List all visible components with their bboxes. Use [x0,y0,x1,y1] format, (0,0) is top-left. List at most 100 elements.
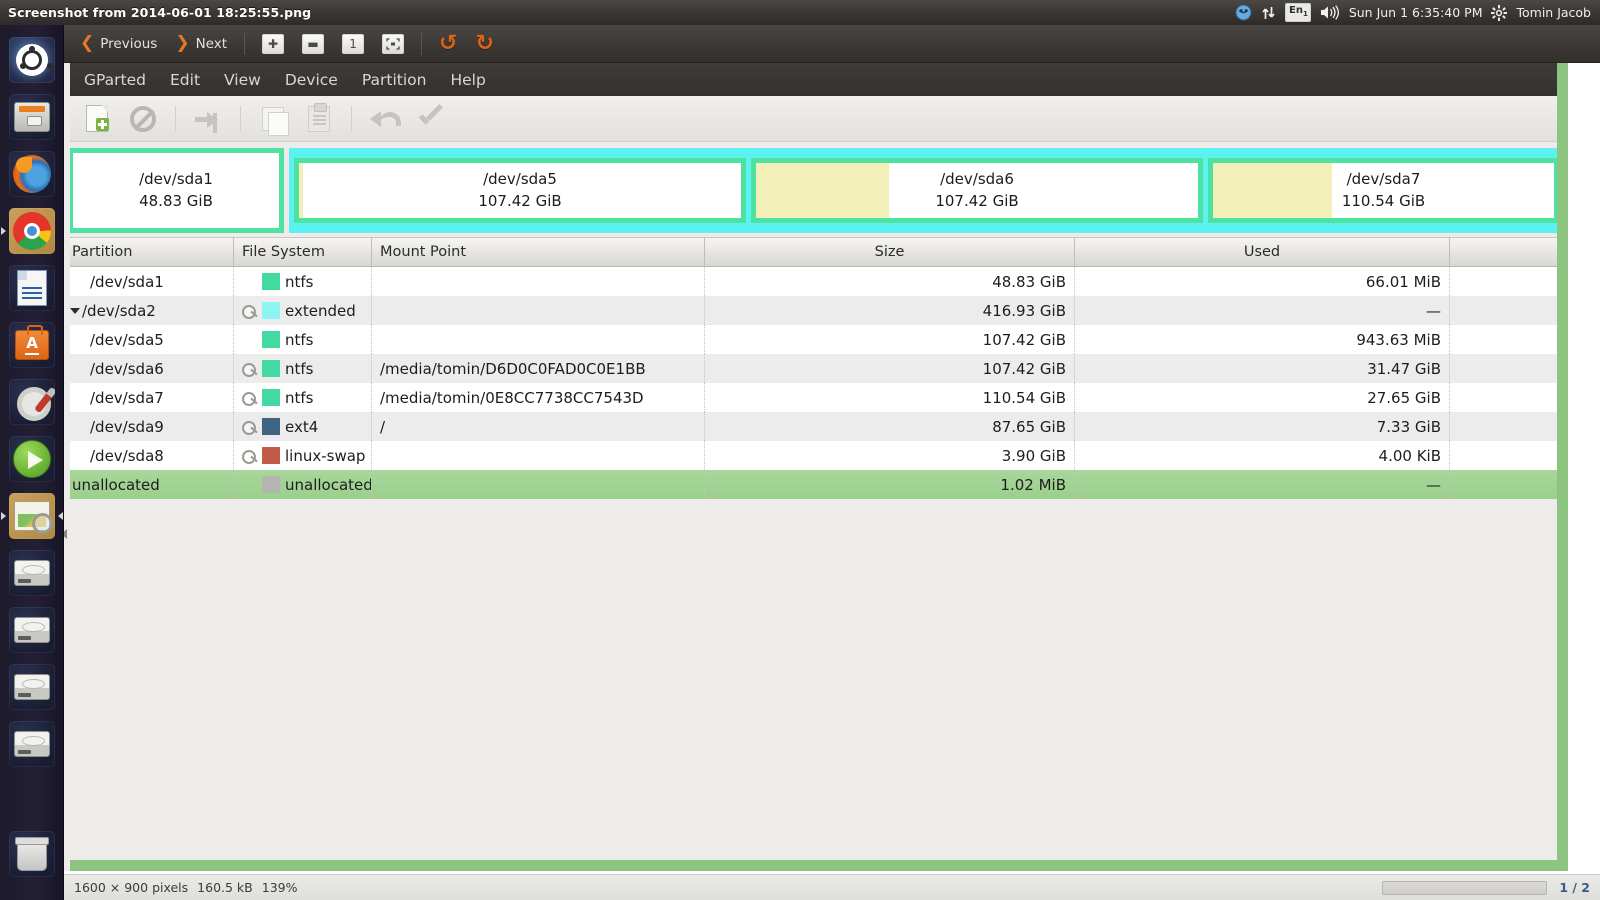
rotate-right-button[interactable]: ↻ [467,30,501,58]
table-row[interactable]: /dev/sda8 linux-swap 3.90 GiB 4.00 KiB [64,441,1568,470]
apply-icon [417,108,443,130]
launcher-item-ubuntu-dash[interactable] [0,31,64,88]
launcher-item-files[interactable] [0,88,64,145]
launcher-reveal-handle[interactable] [64,529,67,539]
zoom-in-button[interactable]: ✚ [254,31,292,57]
menu-gparted[interactable]: GParted [72,67,158,93]
column-header-mountpoint[interactable]: Mount Point [372,238,705,266]
hard-disk-icon [14,673,50,700]
image-viewer-window: ❮ Previous ❯ Next ✚ ▬ 1 ↺ ↻ GParted Edit… [64,25,1600,900]
column-header-filesystem[interactable]: File System [234,238,372,266]
clock[interactable]: Sun Jun 1 6:35:40 PM [1349,5,1483,20]
cell-blank [1450,296,1568,325]
menu-edit[interactable]: Edit [158,67,212,93]
cell-used: — [1075,296,1450,325]
gparted-menubar: GParted Edit View Device Partition Help [64,63,1568,96]
launcher-running-arrow [1,226,6,235]
column-header-size[interactable]: Size [705,238,1075,266]
menu-help[interactable]: Help [438,67,497,93]
undo-button[interactable] [363,102,405,136]
partition-table-body: /dev/sda1 ntfs 48.83 GiB 66.01 MiB/dev/sda2… [64,267,1568,499]
launcher-item-disk-2[interactable] [0,601,64,658]
firefox-icon [13,154,51,193]
previous-button[interactable]: ❮ Previous [72,32,165,55]
paste-button[interactable] [298,102,340,136]
launcher-item-disk-4[interactable] [0,715,64,772]
launcher-item-system-settings[interactable] [0,373,64,430]
partition-name: /dev/sda9 [90,417,164,436]
keyboard-layout-indicator[interactable]: En1 [1284,3,1311,22]
column-header-partition[interactable]: Partition [64,238,234,266]
gear-icon[interactable] [1491,4,1508,21]
key-icon [242,449,259,464]
ubuntu-logo-icon [16,43,48,76]
partition-used-fill [756,163,889,218]
chevron-right-icon: ❯ [175,33,190,53]
cell-partition: /dev/sda9 [64,412,234,441]
network-updown-icon[interactable] [1261,5,1276,21]
zoom-out-button[interactable]: ▬ [294,31,332,57]
zoom-out-icon: ▬ [302,33,325,54]
menu-device[interactable]: Device [273,67,350,93]
column-header-used[interactable]: Used [1075,238,1450,266]
cell-mount-point [372,296,705,325]
launcher-item-firefox[interactable] [0,145,64,202]
resize-move-button[interactable] [187,102,229,136]
launcher-running-arrow [1,511,6,520]
apply-button[interactable] [409,102,451,136]
cell-mount-point [372,325,705,354]
menu-view[interactable]: View [212,67,273,93]
table-row[interactable]: /dev/sda1 ntfs 48.83 GiB 66.01 MiB [64,267,1568,296]
undo-icon [370,109,401,129]
partition-block-sda6[interactable]: /dev/sda6 107.42 GiB [751,158,1203,223]
play-icon [13,439,51,478]
table-row[interactable]: /dev/sda5 ntfs 107.42 GiB 943.63 MiB [64,325,1568,354]
cell-partition: /dev/sda6 [64,354,234,383]
user-menu[interactable]: Tomin Jacob [1516,5,1591,20]
rotate-left-button[interactable]: ↺ [431,30,465,58]
partition-block-extended-sda2[interactable]: /dev/sda5 107.42 GiB /dev/sda6 107.42 Gi… [289,148,1564,233]
launcher-item-software-center[interactable] [0,316,64,373]
table-row[interactable]: /dev/sda9 ext4 /87.65 GiB 7.33 GiB [64,412,1568,441]
next-button[interactable]: ❯ Next [167,32,235,55]
menu-partition[interactable]: Partition [350,67,439,93]
gparted-left-strip [64,63,70,871]
partition-block-sda1[interactable]: /dev/sda1 48.83 GiB [68,148,284,233]
delete-partition-button[interactable] [122,102,164,136]
table-row[interactable]: /dev/sda6 ntfs/media/tomin/D6D0C0FAD0C0E1… [64,354,1568,383]
copy-icon [262,106,289,136]
new-partition-button[interactable] [76,102,118,136]
partition-block-sda7[interactable]: /dev/sda7 110.54 GiB [1208,158,1559,223]
launcher-item-chrome[interactable] [0,202,64,259]
screen: Screenshot from 2014-06-01 18:25:55.png … [0,0,1600,900]
image-canvas[interactable]: GParted Edit View Device Partition Help [64,63,1600,874]
chevron-left-icon: ❮ [80,33,95,53]
key-icon [242,362,259,377]
copy-button[interactable] [252,102,294,136]
launcher-item-image-viewer[interactable] [0,487,64,544]
partition-used-fill [1213,163,1333,218]
partition-name: unallocated [72,475,160,494]
cell-used: 66.01 MiB [1075,267,1450,296]
launcher-item-media-player[interactable] [0,430,64,487]
expander-triangle-icon[interactable] [70,307,80,314]
toolbar-separator [240,105,241,132]
cell-size: 416.93 GiB [705,296,1075,325]
cell-partition: unallocated [64,470,234,499]
launcher-item-disk-1[interactable] [0,544,64,601]
filesystem-label: ext4 [285,417,319,436]
launcher-item-disk-3[interactable] [0,658,64,715]
launcher-item-libreoffice[interactable] [0,259,64,316]
image-viewer-icon [14,500,53,534]
key-icon [242,304,259,319]
table-row[interactable]: unallocated unallocated 1.02 MiB — [64,470,1568,499]
partition-block-sda5[interactable]: /dev/sda5 107.42 GiB [294,158,746,223]
table-row[interactable]: /dev/sda2 extended 416.93 GiB — [64,296,1568,325]
cell-mount-point: /media/tomin/D6D0C0FAD0C0E1BB [372,354,705,383]
best-fit-button[interactable] [374,31,412,57]
messaging-icon[interactable] [1235,4,1252,21]
normal-size-button[interactable]: 1 [334,31,372,57]
volume-icon[interactable] [1320,5,1340,20]
launcher-item-trash[interactable] [0,825,64,882]
table-row[interactable]: /dev/sda7 ntfs/media/tomin/0E8CC7738CC754… [64,383,1568,412]
